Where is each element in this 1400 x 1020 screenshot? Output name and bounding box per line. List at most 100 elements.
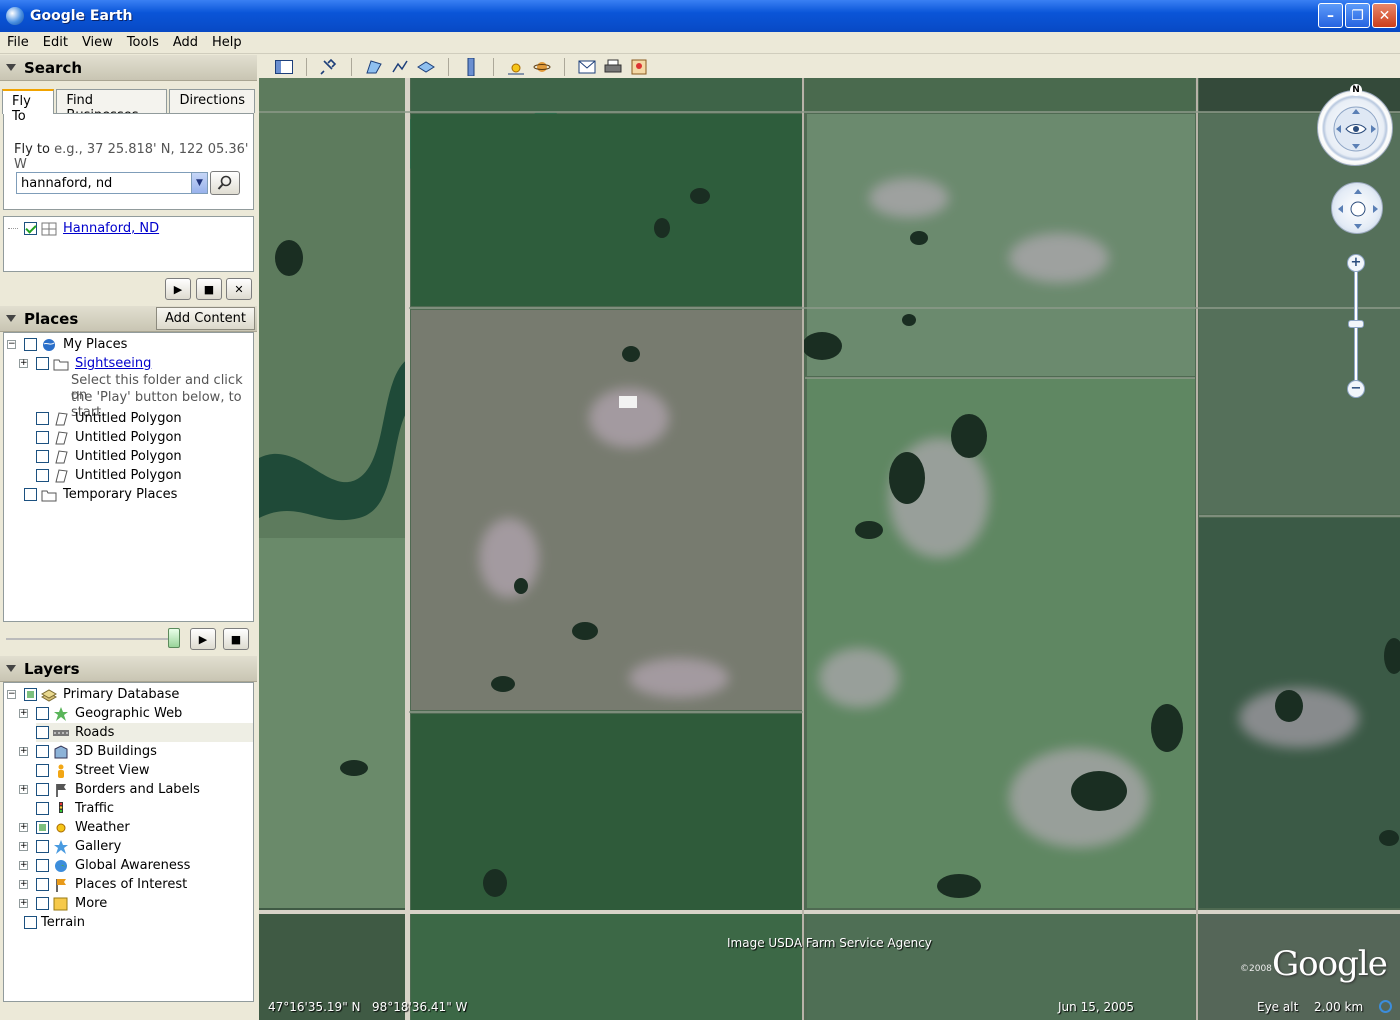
- checkbox[interactable]: [36, 821, 49, 834]
- view-in-maps-button[interactable]: [628, 57, 650, 77]
- checkbox[interactable]: [36, 859, 49, 872]
- result-checkbox[interactable]: [24, 222, 37, 235]
- layer-3d-buildings[interactable]: 3D Buildings: [36, 742, 157, 761]
- tree-item-polygon[interactable]: Untitled Polygon: [36, 409, 182, 428]
- layer-gallery[interactable]: Gallery: [36, 837, 121, 856]
- layer-more[interactable]: More: [36, 894, 107, 913]
- play-tour-button[interactable]: ▶: [190, 628, 216, 650]
- checkbox[interactable]: [36, 764, 49, 777]
- sky-button[interactable]: [531, 57, 553, 77]
- zoom-out-icon[interactable]: −: [1347, 380, 1365, 398]
- zoom-thumb[interactable]: [1348, 320, 1364, 328]
- expand-icon[interactable]: +: [19, 747, 28, 756]
- expand-icon[interactable]: +: [19, 785, 28, 794]
- checkbox[interactable]: [36, 707, 49, 720]
- layer-primary-database[interactable]: Primary Database: [24, 685, 179, 704]
- play-button[interactable]: ▶: [165, 278, 191, 300]
- email-button[interactable]: [576, 57, 598, 77]
- menu-help[interactable]: Help: [205, 35, 249, 50]
- menu-file[interactable]: File: [0, 35, 36, 50]
- checkbox[interactable]: [24, 916, 37, 929]
- tree-item-my-places[interactable]: My Places: [24, 335, 127, 354]
- layer-borders-labels[interactable]: Borders and Labels: [36, 780, 200, 799]
- add-path-button[interactable]: [389, 57, 411, 77]
- search-panel-header[interactable]: Search: [0, 55, 257, 81]
- maximize-button[interactable]: ❐: [1345, 3, 1370, 28]
- expand-icon[interactable]: +: [19, 709, 28, 718]
- expand-icon[interactable]: +: [19, 842, 28, 851]
- collapse-icon[interactable]: −: [7, 690, 16, 699]
- expand-icon[interactable]: +: [19, 880, 28, 889]
- menu-tools[interactable]: Tools: [120, 35, 166, 50]
- tree-item-sightseeing[interactable]: Sightseeing: [36, 354, 151, 373]
- tree-label[interactable]: Sightseeing: [75, 356, 151, 371]
- look-joystick[interactable]: [1317, 90, 1393, 166]
- checkbox[interactable]: [36, 745, 49, 758]
- tab-directions[interactable]: Directions: [169, 89, 255, 113]
- tree-item-temporary-places[interactable]: Temporary Places: [24, 485, 177, 504]
- checkbox[interactable]: [36, 878, 49, 891]
- layer-places-of-interest[interactable]: Places of Interest: [36, 875, 187, 894]
- minimize-button[interactable]: –: [1318, 3, 1343, 28]
- checkbox[interactable]: [36, 412, 49, 425]
- collapse-triangle-icon[interactable]: [6, 665, 16, 672]
- checkbox[interactable]: [24, 488, 37, 501]
- layer-terrain[interactable]: Terrain: [24, 913, 85, 932]
- map-view[interactable]: N + −: [259, 78, 1400, 1020]
- checkbox[interactable]: [36, 897, 49, 910]
- zoom-in-icon[interactable]: +: [1347, 254, 1365, 272]
- print-button[interactable]: [602, 57, 624, 77]
- collapse-triangle-icon[interactable]: [6, 315, 16, 322]
- add-image-overlay-button[interactable]: [415, 57, 437, 77]
- checkbox[interactable]: [36, 783, 49, 796]
- fly-to-input[interactable]: [16, 172, 208, 194]
- stop-button[interactable]: ■: [196, 278, 222, 300]
- close-button[interactable]: ✕: [1372, 3, 1397, 28]
- add-content-button[interactable]: Add Content: [155, 307, 255, 330]
- checkbox[interactable]: [36, 357, 49, 370]
- add-polygon-button[interactable]: [363, 57, 385, 77]
- places-panel-header[interactable]: Places Add Content: [0, 306, 257, 332]
- checkbox[interactable]: [36, 450, 49, 463]
- checkbox[interactable]: [36, 802, 49, 815]
- expand-icon[interactable]: +: [19, 359, 28, 368]
- layer-weather[interactable]: Weather: [36, 818, 130, 837]
- layer-street-view[interactable]: Street View: [36, 761, 149, 780]
- collapse-triangle-icon[interactable]: [6, 64, 16, 71]
- add-placemark-button[interactable]: [318, 57, 340, 77]
- dropdown-arrow-icon[interactable]: ▼: [191, 173, 207, 193]
- sidebar-toggle-button[interactable]: [273, 57, 295, 77]
- result-link[interactable]: Hannaford, ND: [63, 221, 159, 236]
- menu-add[interactable]: Add: [166, 35, 205, 50]
- expand-icon[interactable]: +: [19, 861, 28, 870]
- layer-roads[interactable]: Roads: [36, 723, 253, 742]
- sunlight-button[interactable]: [505, 57, 527, 77]
- checkbox[interactable]: [36, 469, 49, 482]
- checkbox[interactable]: [24, 338, 37, 351]
- tour-speed-slider[interactable]: [168, 628, 180, 648]
- tree-item-polygon[interactable]: Untitled Polygon: [36, 428, 182, 447]
- menu-view[interactable]: View: [75, 35, 120, 50]
- checkbox[interactable]: [36, 840, 49, 853]
- checkbox[interactable]: [36, 431, 49, 444]
- collapse-icon[interactable]: −: [7, 340, 16, 349]
- menu-edit[interactable]: Edit: [36, 35, 75, 50]
- tree-item-polygon[interactable]: Untitled Polygon: [36, 447, 182, 466]
- layer-global-awareness[interactable]: Global Awareness: [36, 856, 190, 875]
- search-button[interactable]: [210, 171, 240, 195]
- layer-traffic[interactable]: Traffic: [36, 799, 114, 818]
- clear-button[interactable]: ✕: [226, 278, 252, 300]
- ruler-button[interactable]: [460, 57, 482, 77]
- zoom-slider[interactable]: + −: [1347, 254, 1365, 398]
- compass-north-label[interactable]: N: [1350, 84, 1362, 96]
- checkbox[interactable]: [36, 726, 49, 739]
- tab-find-businesses[interactable]: Find Businesses: [56, 89, 168, 123]
- tree-item-polygon[interactable]: Untitled Polygon: [36, 466, 182, 485]
- stop-tour-button[interactable]: ■: [223, 628, 249, 650]
- expand-icon[interactable]: +: [19, 899, 28, 908]
- satellite-imagery[interactable]: [259, 78, 1400, 1020]
- result-row[interactable]: Hannaford, ND: [8, 219, 159, 238]
- move-joystick[interactable]: [1331, 182, 1383, 234]
- checkbox[interactable]: [24, 688, 37, 701]
- layer-geographic-web[interactable]: Geographic Web: [36, 704, 182, 723]
